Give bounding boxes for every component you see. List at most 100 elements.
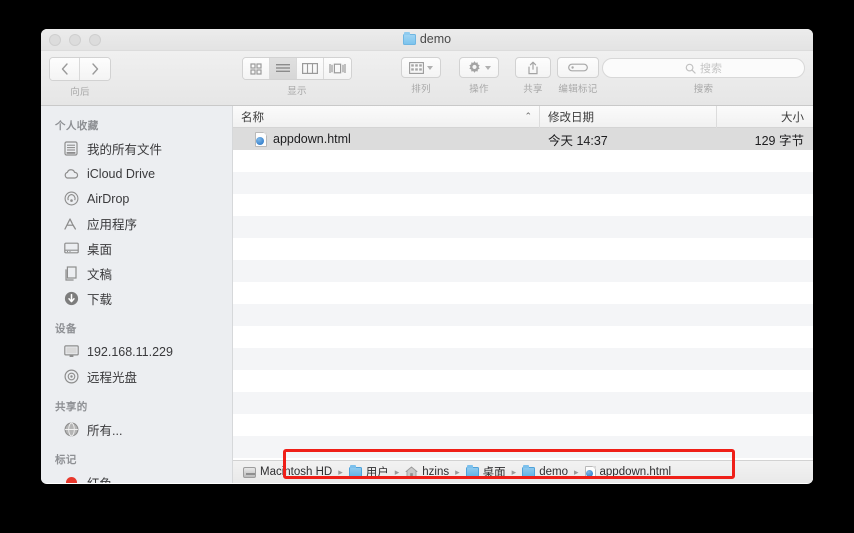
share-label: 共享 xyxy=(523,84,543,95)
breadcrumb-separator: ▸ xyxy=(338,466,343,477)
view-label: 显示 xyxy=(287,86,307,97)
finder-window: demo 向后 显示 排列 操作 共享 编辑标记 搜索 搜索 个人收藏 我的所有… xyxy=(41,29,813,484)
window-title-text: demo xyxy=(419,32,452,46)
window-title: demo xyxy=(41,32,813,46)
airdrop-icon xyxy=(63,191,79,207)
documents-icon xyxy=(63,266,79,282)
sidebar-item-device-ip[interactable]: 192.168.11.229 xyxy=(41,339,232,364)
table-row[interactable]: appdown.html 今天 14:37 129 字节 xyxy=(233,128,813,150)
arrange-grid-icon xyxy=(409,61,424,74)
breadcrumb-separator: ▸ xyxy=(394,466,400,477)
list-view-button[interactable] xyxy=(270,58,297,79)
sidebar-item-label: 我的所有文件 xyxy=(87,143,163,157)
sidebar-item-label: AirDrop xyxy=(87,191,130,206)
breadcrumb-separator: ▸ xyxy=(455,466,460,477)
edit-tags-button[interactable] xyxy=(557,57,599,78)
column-header-size-label: 大小 xyxy=(781,111,804,124)
empty-row xyxy=(233,348,813,370)
sidebar-item-tag-red[interactable]: 红色 xyxy=(41,470,232,483)
sidebar-item-icloud-drive[interactable]: iCloud Drive xyxy=(41,161,232,186)
breadcrumb-desktop[interactable]: 桌面 xyxy=(465,464,506,480)
search-field[interactable]: 搜索 xyxy=(602,58,805,78)
sidebar-item-remote-disc[interactable]: 远程光盘 xyxy=(41,364,232,389)
nav-group: 向后 xyxy=(49,57,111,98)
share-button[interactable] xyxy=(515,57,551,78)
sidebar-item-downloads[interactable]: 下载 xyxy=(41,286,232,311)
tag-icon xyxy=(568,63,588,72)
chevron-right-icon xyxy=(92,63,99,75)
sidebar-header-devices: 设备 xyxy=(55,323,77,335)
file-name-text: appdown.html xyxy=(273,132,351,146)
html-file-icon xyxy=(255,131,267,147)
file-date-cell: 今天 14:37 xyxy=(548,133,608,148)
icon-view-button[interactable] xyxy=(243,58,270,79)
column-header-date[interactable]: 修改日期 xyxy=(540,106,717,128)
column-header-name[interactable]: 名称 ⌃ xyxy=(233,106,540,128)
empty-row xyxy=(233,282,813,304)
back-button[interactable] xyxy=(50,58,80,80)
sidebar-item-label: 应用程序 xyxy=(87,218,138,232)
sidebar-item-label: 桌面 xyxy=(87,243,113,257)
action-button[interactable] xyxy=(459,57,499,78)
sidebar-item-label: 文稿 xyxy=(87,268,113,282)
breadcrumb-demo[interactable]: demo xyxy=(522,465,568,478)
all-files-icon xyxy=(63,141,79,157)
folder-icon xyxy=(465,465,479,478)
sidebar-item-airdrop[interactable]: AirDrop xyxy=(41,186,232,211)
sidebar: 个人收藏 我的所有文件 iCloud Drive AirDrop 应用程序 桌面… xyxy=(41,106,233,483)
sidebar-item-label: 所有... xyxy=(87,424,123,438)
tags-group: 编辑标记 xyxy=(557,57,599,95)
column-header-name-label: 名称 xyxy=(241,111,264,124)
sidebar-item-label: 远程光盘 xyxy=(87,371,138,385)
tags-label: 编辑标记 xyxy=(558,84,598,95)
empty-row xyxy=(233,304,813,326)
folder-icon xyxy=(522,465,536,478)
chevron-down-icon xyxy=(427,65,433,70)
column-view-button[interactable] xyxy=(297,58,324,79)
column-headers: 名称 ⌃ 修改日期 大小 xyxy=(233,106,813,128)
file-rows: appdown.html 今天 14:37 129 字节 xyxy=(233,128,813,480)
breadcrumb-appdown-html[interactable]: appdown.html xyxy=(584,465,672,479)
applications-icon xyxy=(63,216,79,232)
empty-row xyxy=(233,370,813,392)
sidebar-item-applications[interactable]: 应用程序 xyxy=(41,211,232,236)
forward-button[interactable] xyxy=(80,58,110,80)
sidebar-item-all-shared[interactable]: 所有... xyxy=(41,417,232,442)
network-globe-icon xyxy=(63,422,79,438)
sidebar-item-label: iCloud Drive xyxy=(87,166,156,181)
columns-icon xyxy=(302,63,318,74)
window-titlebar[interactable]: demo xyxy=(41,29,813,51)
breadcrumb-label: 用户 xyxy=(365,467,389,479)
empty-row xyxy=(233,392,813,414)
breadcrumb-separator: ▸ xyxy=(511,466,517,477)
sidebar-item-label: 下载 xyxy=(87,293,113,307)
column-header-size[interactable]: 大小 xyxy=(717,106,813,128)
file-name-cell: appdown.html xyxy=(233,131,540,147)
html-file-icon xyxy=(584,465,596,479)
breadcrumb-hzins[interactable]: hzins xyxy=(405,466,449,478)
nav-segmented-control xyxy=(49,57,111,81)
sidebar-item-desktop[interactable]: 桌面 xyxy=(41,236,232,261)
column-header-date-label: 修改日期 xyxy=(548,111,594,124)
sidebar-header-favorites: 个人收藏 xyxy=(55,120,99,132)
list-icon xyxy=(276,64,290,72)
breadcrumb-label: demo xyxy=(539,466,568,478)
sidebar-item-all-files[interactable]: 我的所有文件 xyxy=(41,136,232,161)
empty-row xyxy=(233,216,813,238)
arrange-button[interactable] xyxy=(401,57,441,78)
path-bar: Macintosh HD ▸ 用户 ▸ hzins ▸ 桌面 ▸ demo ▸ … xyxy=(233,460,813,483)
grid-icon xyxy=(250,62,262,75)
breadcrumb-label: hzins xyxy=(422,466,450,478)
sidebar-item-documents[interactable]: 文稿 xyxy=(41,261,232,286)
breadcrumb-label: 桌面 xyxy=(482,467,506,479)
breadcrumb-label: Macintosh HD xyxy=(260,466,333,478)
sort-ascending-icon: ⌃ xyxy=(524,111,532,121)
cloud-icon xyxy=(63,166,79,182)
breadcrumb-macintosh-hd[interactable]: Macintosh HD xyxy=(243,466,332,478)
empty-row xyxy=(233,260,813,282)
breadcrumb-label: appdown.html xyxy=(599,466,672,478)
share-upload-icon xyxy=(528,61,538,74)
action-label: 操作 xyxy=(469,84,489,95)
coverflow-view-button[interactable] xyxy=(324,58,351,79)
breadcrumb-users[interactable]: 用户 xyxy=(348,464,389,480)
